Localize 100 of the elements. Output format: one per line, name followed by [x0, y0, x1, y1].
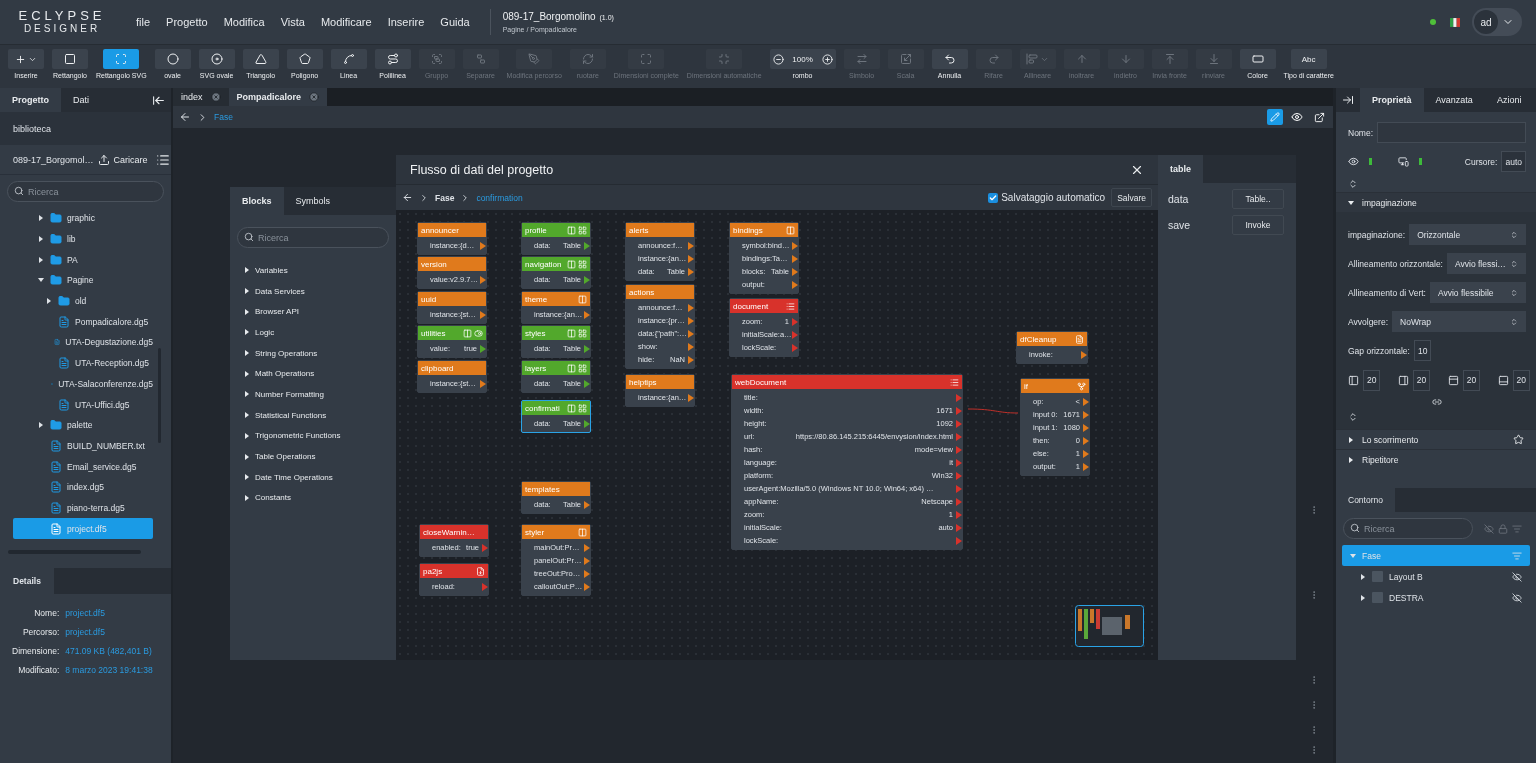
select-field[interactable]: Avvio flessi… [1447, 253, 1526, 274]
visibility-icon[interactable] [1348, 156, 1359, 167]
tree-item[interactable]: Pagine [13, 270, 153, 291]
menu-item[interactable]: Modifica [215, 16, 273, 28]
search-field[interactable]: Ricerca [237, 227, 389, 248]
user-menu[interactable]: ad [1472, 8, 1522, 36]
output-port[interactable] [480, 242, 486, 250]
expand-collapse-icon[interactable] [1348, 412, 1358, 422]
padding-field[interactable]: 20 [1363, 369, 1381, 391]
category-item[interactable]: Table Operations [244, 446, 396, 467]
select-field[interactable]: Orizzontale [1409, 224, 1526, 245]
device-icon[interactable] [1398, 156, 1409, 167]
tree-item[interactable]: lib [13, 228, 153, 250]
tree-item[interactable]: index.dg5 [13, 476, 153, 498]
edit-mode-button[interactable] [1267, 109, 1283, 125]
padding-field[interactable]: 20 [1462, 369, 1481, 391]
save-button[interactable]: Salvare [1111, 188, 1152, 207]
tool-button[interactable] [374, 49, 411, 69]
tree-item[interactable]: palette [13, 414, 153, 436]
panel-tab[interactable]: Avanzata [1423, 88, 1485, 112]
flow-node[interactable] [731, 374, 963, 550]
search-field[interactable]: Ricerca [7, 181, 164, 202]
tree-item[interactable]: UTA-Degustazione.dg5 [13, 332, 153, 353]
panel-tab[interactable]: table [1158, 155, 1203, 183]
search-field[interactable]: Ricerca [1343, 518, 1473, 539]
tree-item[interactable]: piano-terra.dg5 [13, 497, 153, 519]
tool-button[interactable] [931, 49, 968, 69]
category-item[interactable]: Math Operations [244, 363, 396, 385]
breadcrumb-link[interactable]: confirmation [476, 192, 523, 203]
menu-item[interactable]: Vista [272, 16, 313, 28]
minimap-drawing[interactable] [1075, 605, 1144, 647]
upload-button[interactable]: Caricare [97, 153, 148, 166]
outline-item[interactable]: DESTRA [1342, 587, 1530, 608]
panel-tab[interactable]: Progetto [0, 88, 61, 112]
outline-item[interactable]: Layout B [1342, 566, 1530, 587]
section-header[interactable]: impaginazione [1336, 192, 1536, 212]
tool-button[interactable] [154, 49, 191, 69]
tool-button[interactable] [52, 49, 88, 69]
tree-item[interactable]: PA [13, 249, 153, 271]
output-port[interactable] [480, 276, 486, 284]
tool-button[interactable] [1239, 49, 1276, 69]
tool-button[interactable] [103, 49, 140, 69]
tree-item[interactable]: UTA-Salaconferenze.dg5 [13, 373, 153, 395]
outline-tab[interactable]: Contorno [1336, 488, 1395, 512]
category-item[interactable]: Variables [244, 260, 396, 281]
tool-button[interactable] [8, 49, 44, 69]
output-port[interactable] [584, 380, 590, 388]
panel-tab[interactable]: Blocks [230, 187, 284, 215]
panel-tab[interactable]: Proprietà [1360, 88, 1424, 112]
back-icon[interactable] [402, 192, 413, 203]
output-port[interactable] [584, 311, 590, 319]
value-button[interactable]: Table.. [1232, 189, 1284, 209]
output-port[interactable] [482, 583, 488, 591]
expand-collapse-icon[interactable] [1348, 179, 1358, 189]
number-field[interactable]: 10 [1413, 340, 1432, 361]
breadcrumb-link[interactable]: Fase [214, 112, 233, 122]
output-port[interactable] [480, 345, 486, 353]
checkbox[interactable] [988, 192, 999, 203]
tool-button[interactable] [330, 49, 367, 69]
output-port[interactable] [480, 311, 486, 319]
menu-item[interactable]: Modificare [312, 16, 380, 28]
tree-item[interactable]: BUILD_NUMBER.txt [13, 435, 153, 457]
menu-item[interactable]: Guida [432, 16, 478, 28]
tree-item[interactable]: UTA-Uffici.dg5 [13, 394, 153, 415]
tree-item[interactable]: old [13, 290, 153, 312]
category-item[interactable]: Browser API [244, 301, 396, 323]
padding-field[interactable]: 20 [1412, 369, 1431, 391]
menu-item[interactable]: file [128, 16, 159, 28]
zoom-in-button[interactable] [821, 53, 833, 65]
category-item[interactable]: Data Services [244, 280, 396, 302]
tree-item[interactable]: graphic [13, 208, 153, 229]
menu-item[interactable]: Inserire [379, 16, 433, 28]
output-port[interactable] [584, 420, 590, 428]
value-button[interactable]: Invoke [1232, 215, 1284, 235]
panel-tab[interactable]: Dati [61, 88, 101, 112]
select-field[interactable]: Avvio flessibile [1429, 282, 1526, 303]
category-item[interactable]: String Operations [244, 342, 396, 364]
output-port[interactable] [1081, 351, 1087, 359]
close-icon[interactable] [210, 92, 221, 102]
cursor-field[interactable]: auto [1501, 151, 1526, 172]
flag-icon[interactable] [1450, 17, 1460, 27]
output-port[interactable] [584, 501, 590, 509]
select-field[interactable]: NoWrap [1392, 311, 1526, 332]
star-icon[interactable] [1513, 434, 1524, 445]
menu-item[interactable]: Progetto [158, 16, 216, 28]
output-port[interactable] [584, 242, 590, 250]
tree-item[interactable]: UTA-Reception.dg5 [13, 352, 153, 374]
output-port[interactable] [480, 380, 486, 388]
lock-icon[interactable] [1498, 523, 1508, 534]
editor-tab[interactable]: Pompadicalore [228, 88, 328, 106]
link-icon[interactable] [1432, 397, 1442, 407]
editor-tab[interactable]: index [173, 88, 229, 106]
details-tab[interactable]: Details [0, 568, 54, 594]
collapse-panel-icon[interactable] [1342, 94, 1354, 106]
back-icon[interactable] [179, 111, 191, 123]
list-view-button[interactable] [155, 152, 170, 167]
collapse-panel-button[interactable] [152, 93, 165, 107]
close-icon[interactable] [309, 92, 320, 102]
category-item[interactable]: Date Time Operations [244, 466, 396, 488]
font-button[interactable]: Abc [1290, 49, 1327, 69]
